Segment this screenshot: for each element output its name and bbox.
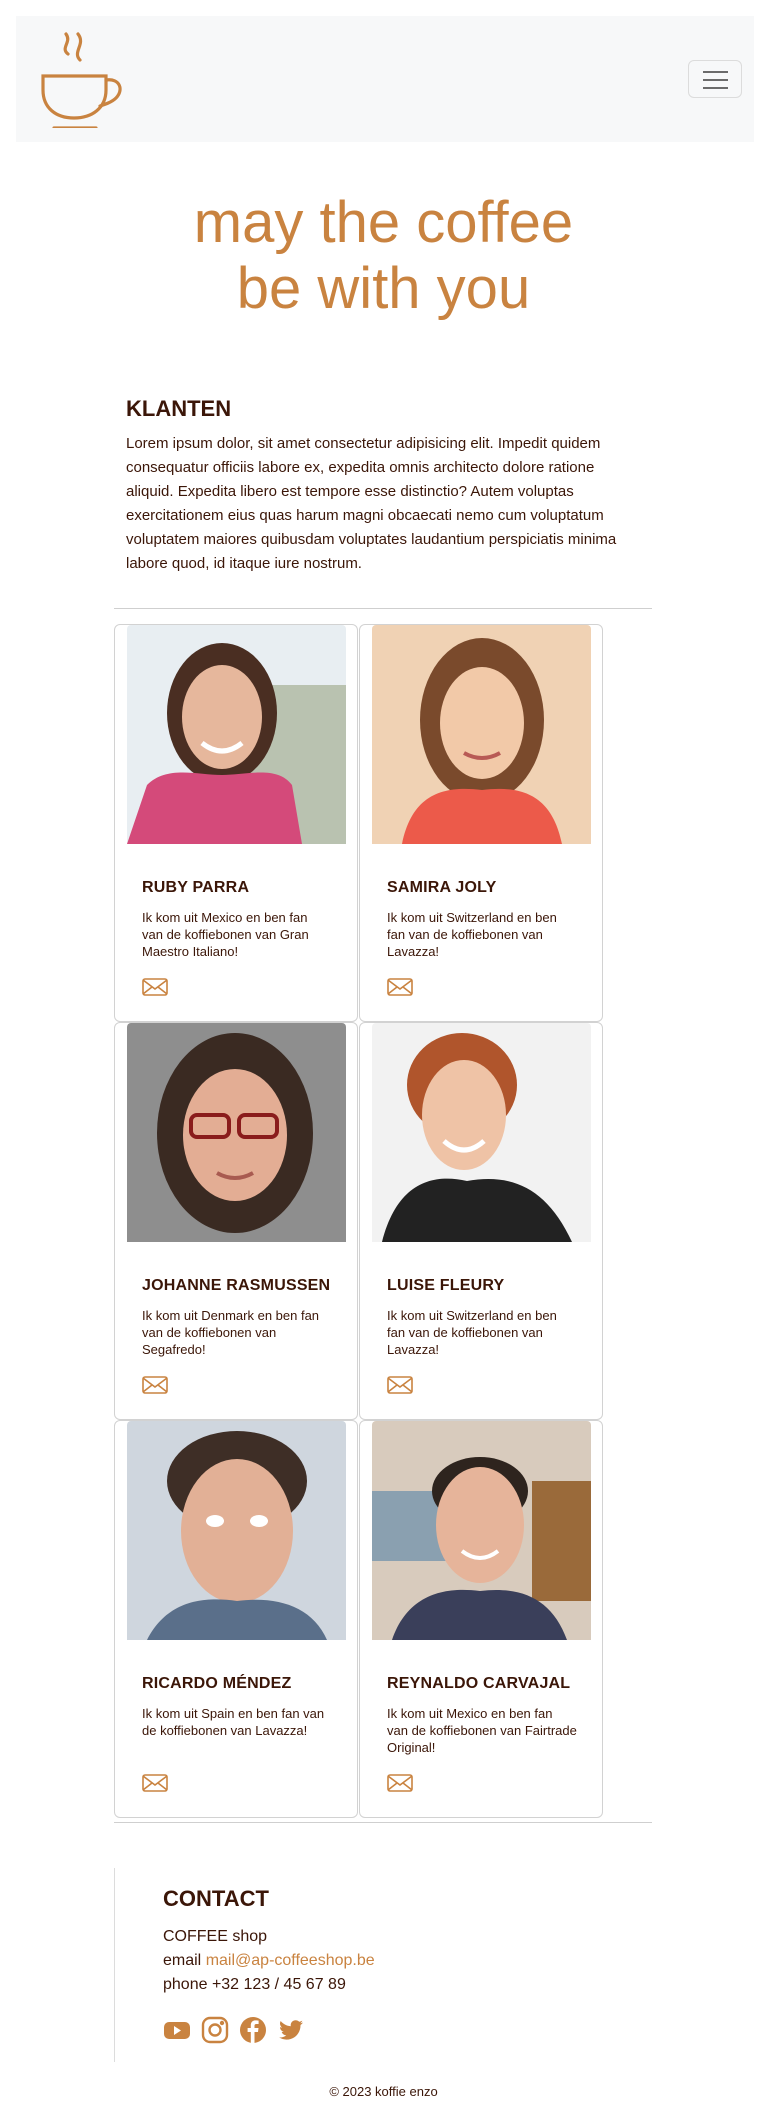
customer-photo [127,1421,346,1640]
mail-icon[interactable] [387,1375,413,1395]
navbar [16,16,754,142]
customer-photo [372,625,591,844]
contact-email-link[interactable]: mail@ap-coffeeshop.be [206,1952,375,1969]
klanten-text: Lorem ipsum dolor, sit amet consectetur … [126,435,617,572]
navbar-toggler-button[interactable] [688,60,742,98]
customer-card: RUBY PARRA Ik kom uit Mexico en ben fan … [114,624,358,1022]
customer-text: Ik kom uit Switzerland en ben fan van de… [387,910,557,959]
customer-photo [372,1023,591,1242]
contact-shop: COFFEE shop [163,1928,268,1945]
customer-text: Ik kom uit Switzerland en ben fan van de… [387,1308,557,1357]
hero-line-2: be with you [236,256,531,321]
customer-name: LUISE FLEURY [387,1277,505,1294]
instagram-icon[interactable] [201,2016,229,2044]
customer-text: Ik kom uit Spain en ben fan van de koffi… [142,1706,325,1738]
customer-card: REYNALDO CARVAJAL Ik kom uit Mexico en b… [359,1420,603,1818]
mail-icon[interactable] [387,1773,413,1793]
customer-card: SAMIRA JOLY Ik kom uit Switzerland en be… [359,624,603,1022]
customer-card: RICARDO MÉNDEZ Ik kom uit Spain en ben f… [114,1420,358,1818]
divider-top [114,608,652,609]
customer-photo [372,1421,591,1640]
hamburger-icon-bar [703,79,728,81]
footer-copyright: © 2023 koffie enzo [329,2084,438,2099]
customer-text: Ik kom uit Mexico en ben fan van de koff… [387,1706,577,1755]
hamburger-icon [703,71,728,73]
customer-photo [127,1023,346,1242]
customer-card: JOHANNE RASMUSSEN Ik kom uit Denmark en … [114,1022,358,1420]
klanten-title: KLANTEN [126,396,232,421]
contact-title: CONTACT [163,1886,269,1911]
twitter-icon[interactable] [277,2016,305,2044]
mail-icon[interactable] [142,1375,168,1395]
customer-text: Ik kom uit Mexico en ben fan van de koff… [142,910,309,959]
customer-photo [127,625,346,844]
customer-name: SAMIRA JOLY [387,879,497,896]
customer-card: LUISE FLEURY Ik kom uit Switzerland en b… [359,1022,603,1420]
mail-icon[interactable] [387,977,413,997]
customer-name: RICARDO MÉNDEZ [142,1675,292,1692]
contact-phone: phone +32 123 / 45 67 89 [163,1976,346,1993]
coffee-cup-icon[interactable] [38,28,124,130]
customer-text: Ik kom uit Denmark en ben fan van de kof… [142,1308,320,1357]
customer-name: RUBY PARRA [142,879,250,896]
mail-icon[interactable] [142,1773,168,1793]
youtube-icon[interactable] [163,2016,191,2044]
customer-name: JOHANNE RASMUSSEN [142,1277,331,1294]
divider-bottom [114,1822,652,1823]
mail-icon[interactable] [142,977,168,997]
contact-email-label: email [163,1952,202,1969]
contact-section: CONTACT COFFEE shop email mail@ap-coffee… [114,1868,655,2062]
hero-line-1: may the coffee [193,190,574,255]
customer-name: REYNALDO CARVAJAL [387,1675,571,1692]
intro-section: KLANTEN Lorem ipsum dolor, sit amet cons… [126,396,646,576]
hero-heading: may the coffee be with you [0,190,767,322]
hamburger-icon-bar [703,87,728,89]
facebook-icon[interactable] [239,2016,267,2044]
contact-email-line: email mail@ap-coffeeshop.be [163,1952,375,1970]
